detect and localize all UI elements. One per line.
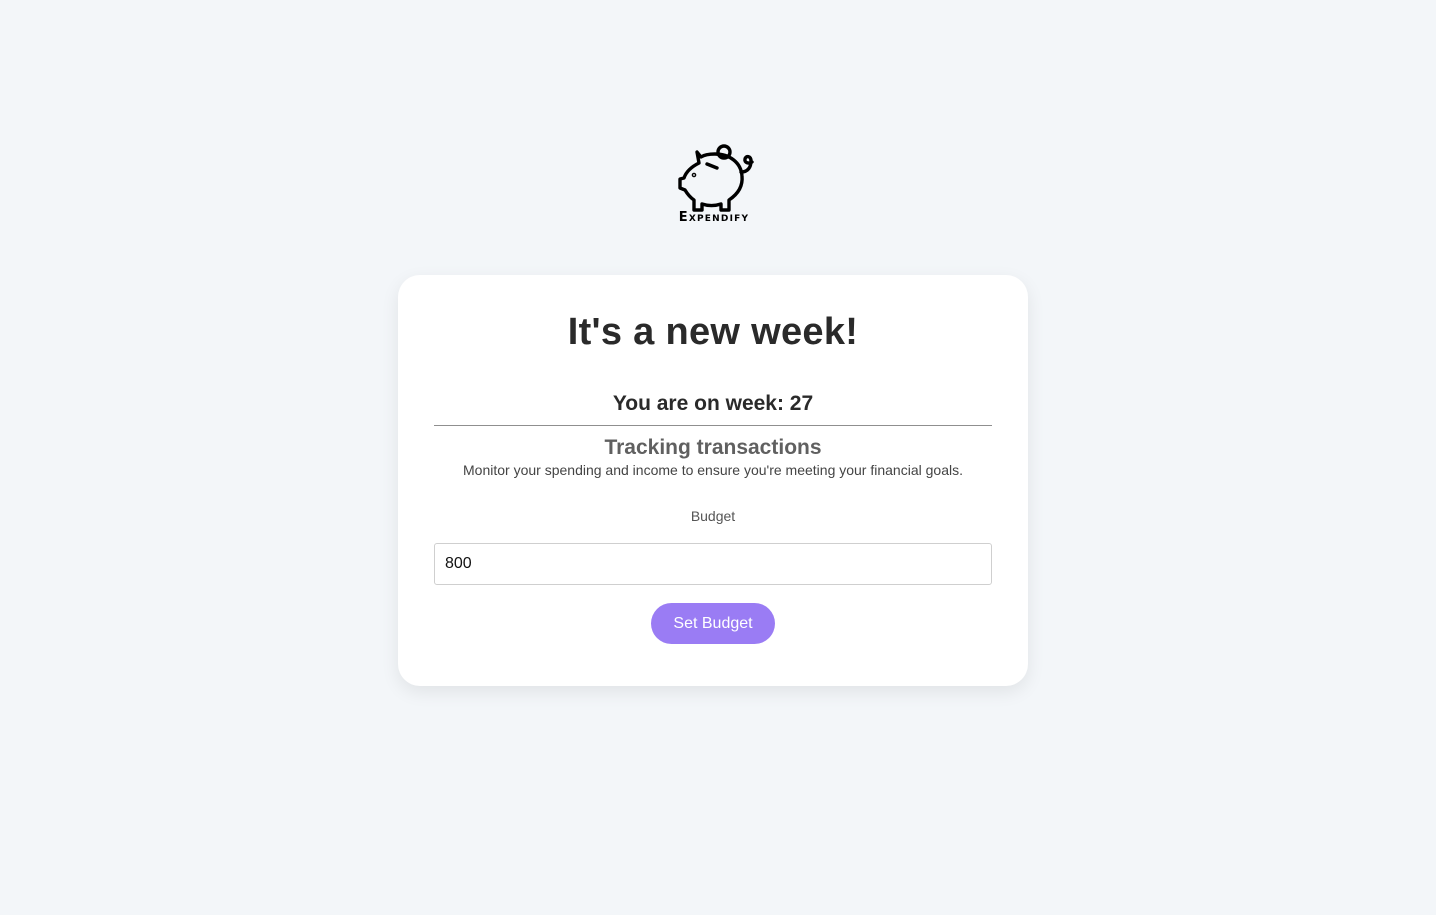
page: Expendify It's a new week! You are on we… [0, 0, 1436, 915]
budget-label: Budget [690, 508, 736, 524]
set-budget-button[interactable]: Set Budget [651, 603, 775, 644]
section-title: Tracking transactions [604, 436, 822, 459]
brand-name: Expendify [678, 210, 750, 225]
divider [434, 425, 992, 426]
piggy-bank-icon [662, 142, 766, 212]
budget-input[interactable] [434, 543, 992, 585]
page-title: It's a new week! [567, 311, 859, 353]
section-description: Monitor your spending and income to ensu… [463, 462, 963, 478]
brand-logo: Expendify [662, 142, 766, 232]
new-week-card: It's a new week! You are on week: 27 Tra… [398, 275, 1028, 686]
current-week: You are on week: 27 [612, 392, 814, 415]
